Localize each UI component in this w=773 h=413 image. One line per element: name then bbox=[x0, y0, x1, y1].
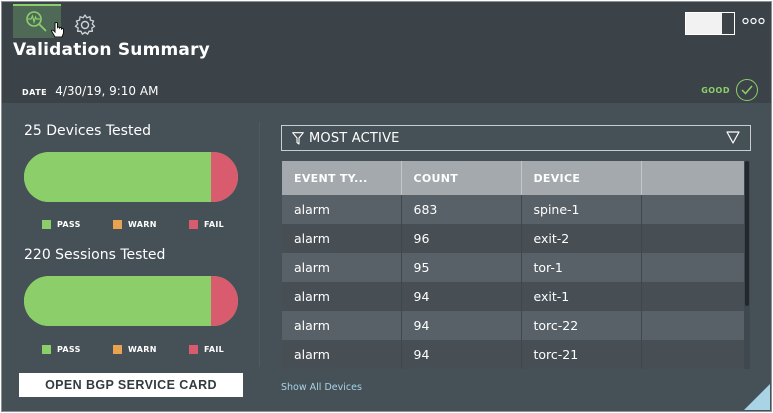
dropdown-caret-icon bbox=[726, 131, 740, 144]
count-cell: 683 bbox=[401, 195, 522, 224]
most-active-filter-dropdown[interactable]: MOST ACTIVE bbox=[281, 125, 751, 151]
devices-tested-title: 25 Devices Tested bbox=[24, 123, 151, 139]
hand-cursor-icon bbox=[50, 22, 64, 38]
table-row[interactable]: alarm 94 exit-1 bbox=[282, 282, 744, 311]
date-value: 4/30/19, 9:10 AM bbox=[55, 84, 159, 98]
event-type-cell: alarm bbox=[282, 224, 402, 253]
filter-icon bbox=[292, 131, 304, 145]
card-size-toggle[interactable] bbox=[685, 12, 735, 35]
legend-warn: WARN bbox=[113, 345, 189, 354]
empty-cell bbox=[641, 311, 744, 340]
device-cell: spine-1 bbox=[521, 195, 642, 224]
devices-legend: PASS WARN FAIL bbox=[42, 220, 224, 229]
legend-pass-label: PASS bbox=[57, 220, 81, 229]
table-row[interactable]: alarm 683 spine-1 bbox=[282, 195, 744, 224]
device-cell: torc-22 bbox=[521, 311, 642, 340]
sessions-legend: PASS WARN FAIL bbox=[42, 345, 224, 354]
device-cell: torc-21 bbox=[521, 340, 642, 369]
checkmark-circle-icon bbox=[736, 79, 758, 101]
event-type-cell: alarm bbox=[282, 340, 402, 369]
validation-summary-card: Validation Summary DATE 4/30/19, 9:10 AM… bbox=[1, 1, 772, 412]
table-scrollbar[interactable] bbox=[744, 161, 750, 369]
count-cell: 94 bbox=[401, 340, 522, 369]
fail-swatch bbox=[189, 345, 198, 354]
table-header-row: EVENT TY... COUNT DEVICE bbox=[282, 161, 744, 195]
count-cell: 96 bbox=[401, 224, 522, 253]
filter-label: MOST ACTIVE bbox=[309, 130, 400, 146]
header-device[interactable]: DEVICE bbox=[521, 161, 642, 195]
device-cell: exit-2 bbox=[521, 224, 642, 253]
more-options-icon[interactable] bbox=[742, 17, 766, 25]
count-cell: 94 bbox=[401, 282, 522, 311]
event-type-cell: alarm bbox=[282, 311, 402, 340]
legend-pass-label: PASS bbox=[57, 345, 81, 354]
count-cell: 94 bbox=[401, 311, 522, 340]
empty-cell bbox=[641, 253, 744, 282]
device-cell: exit-1 bbox=[521, 282, 642, 311]
header-event-type[interactable]: EVENT TY... bbox=[282, 161, 402, 195]
empty-cell bbox=[641, 224, 744, 253]
date-row: DATE 4/30/19, 9:10 AM bbox=[22, 80, 158, 99]
count-cell: 95 bbox=[401, 253, 522, 282]
legend-warn-label: WARN bbox=[128, 220, 157, 229]
card-title: Validation Summary bbox=[13, 40, 210, 60]
fail-swatch bbox=[189, 220, 198, 229]
empty-cell bbox=[641, 340, 744, 369]
sessions-result-bar bbox=[24, 276, 238, 326]
device-cell: tor-1 bbox=[521, 253, 642, 282]
legend-warn: WARN bbox=[113, 220, 189, 229]
table-row[interactable]: alarm 94 torc-22 bbox=[282, 311, 744, 340]
legend-fail-label: FAIL bbox=[204, 220, 225, 229]
warn-swatch bbox=[113, 345, 122, 354]
status-indicator: GOOD bbox=[701, 79, 758, 101]
section-divider bbox=[259, 122, 260, 367]
table-row[interactable]: alarm 95 tor-1 bbox=[282, 253, 744, 282]
gear-icon[interactable] bbox=[73, 13, 97, 37]
legend-pass: PASS bbox=[42, 345, 113, 354]
legend-fail-label: FAIL bbox=[204, 345, 225, 354]
status-text: GOOD bbox=[701, 85, 730, 95]
show-all-devices-link[interactable]: Show All Devices bbox=[281, 382, 362, 393]
event-type-cell: alarm bbox=[282, 253, 402, 282]
sessions-tested-title: 220 Sessions Tested bbox=[24, 247, 166, 263]
legend-fail: FAIL bbox=[189, 220, 224, 229]
warn-swatch bbox=[113, 220, 122, 229]
header-empty bbox=[641, 161, 744, 195]
open-bgp-service-card-button[interactable]: OPEN BGP SERVICE CARD bbox=[19, 373, 243, 397]
event-type-cell: alarm bbox=[282, 195, 402, 224]
pass-swatch bbox=[42, 345, 51, 354]
empty-cell bbox=[641, 195, 744, 224]
sessions-pass-segment bbox=[24, 276, 212, 326]
events-table: EVENT TY... COUNT DEVICE alarm 683 spine… bbox=[282, 161, 744, 369]
legend-warn-label: WARN bbox=[128, 345, 157, 354]
validation-icon bbox=[26, 11, 47, 32]
table-scrollbar-thumb[interactable] bbox=[745, 161, 749, 306]
table-row[interactable]: alarm 94 torc-21 bbox=[282, 340, 744, 369]
devices-pass-segment bbox=[24, 152, 212, 202]
date-label: DATE bbox=[22, 88, 48, 97]
card-size-toggle-fill bbox=[686, 13, 722, 34]
legend-pass: PASS bbox=[42, 220, 113, 229]
empty-cell bbox=[641, 282, 744, 311]
legend-fail: FAIL bbox=[189, 345, 224, 354]
resize-handle-icon[interactable] bbox=[744, 384, 770, 410]
header-count[interactable]: COUNT bbox=[401, 161, 522, 195]
devices-result-bar bbox=[24, 152, 238, 202]
pass-swatch bbox=[42, 220, 51, 229]
table-row[interactable]: alarm 96 exit-2 bbox=[282, 224, 744, 253]
event-type-cell: alarm bbox=[282, 282, 402, 311]
